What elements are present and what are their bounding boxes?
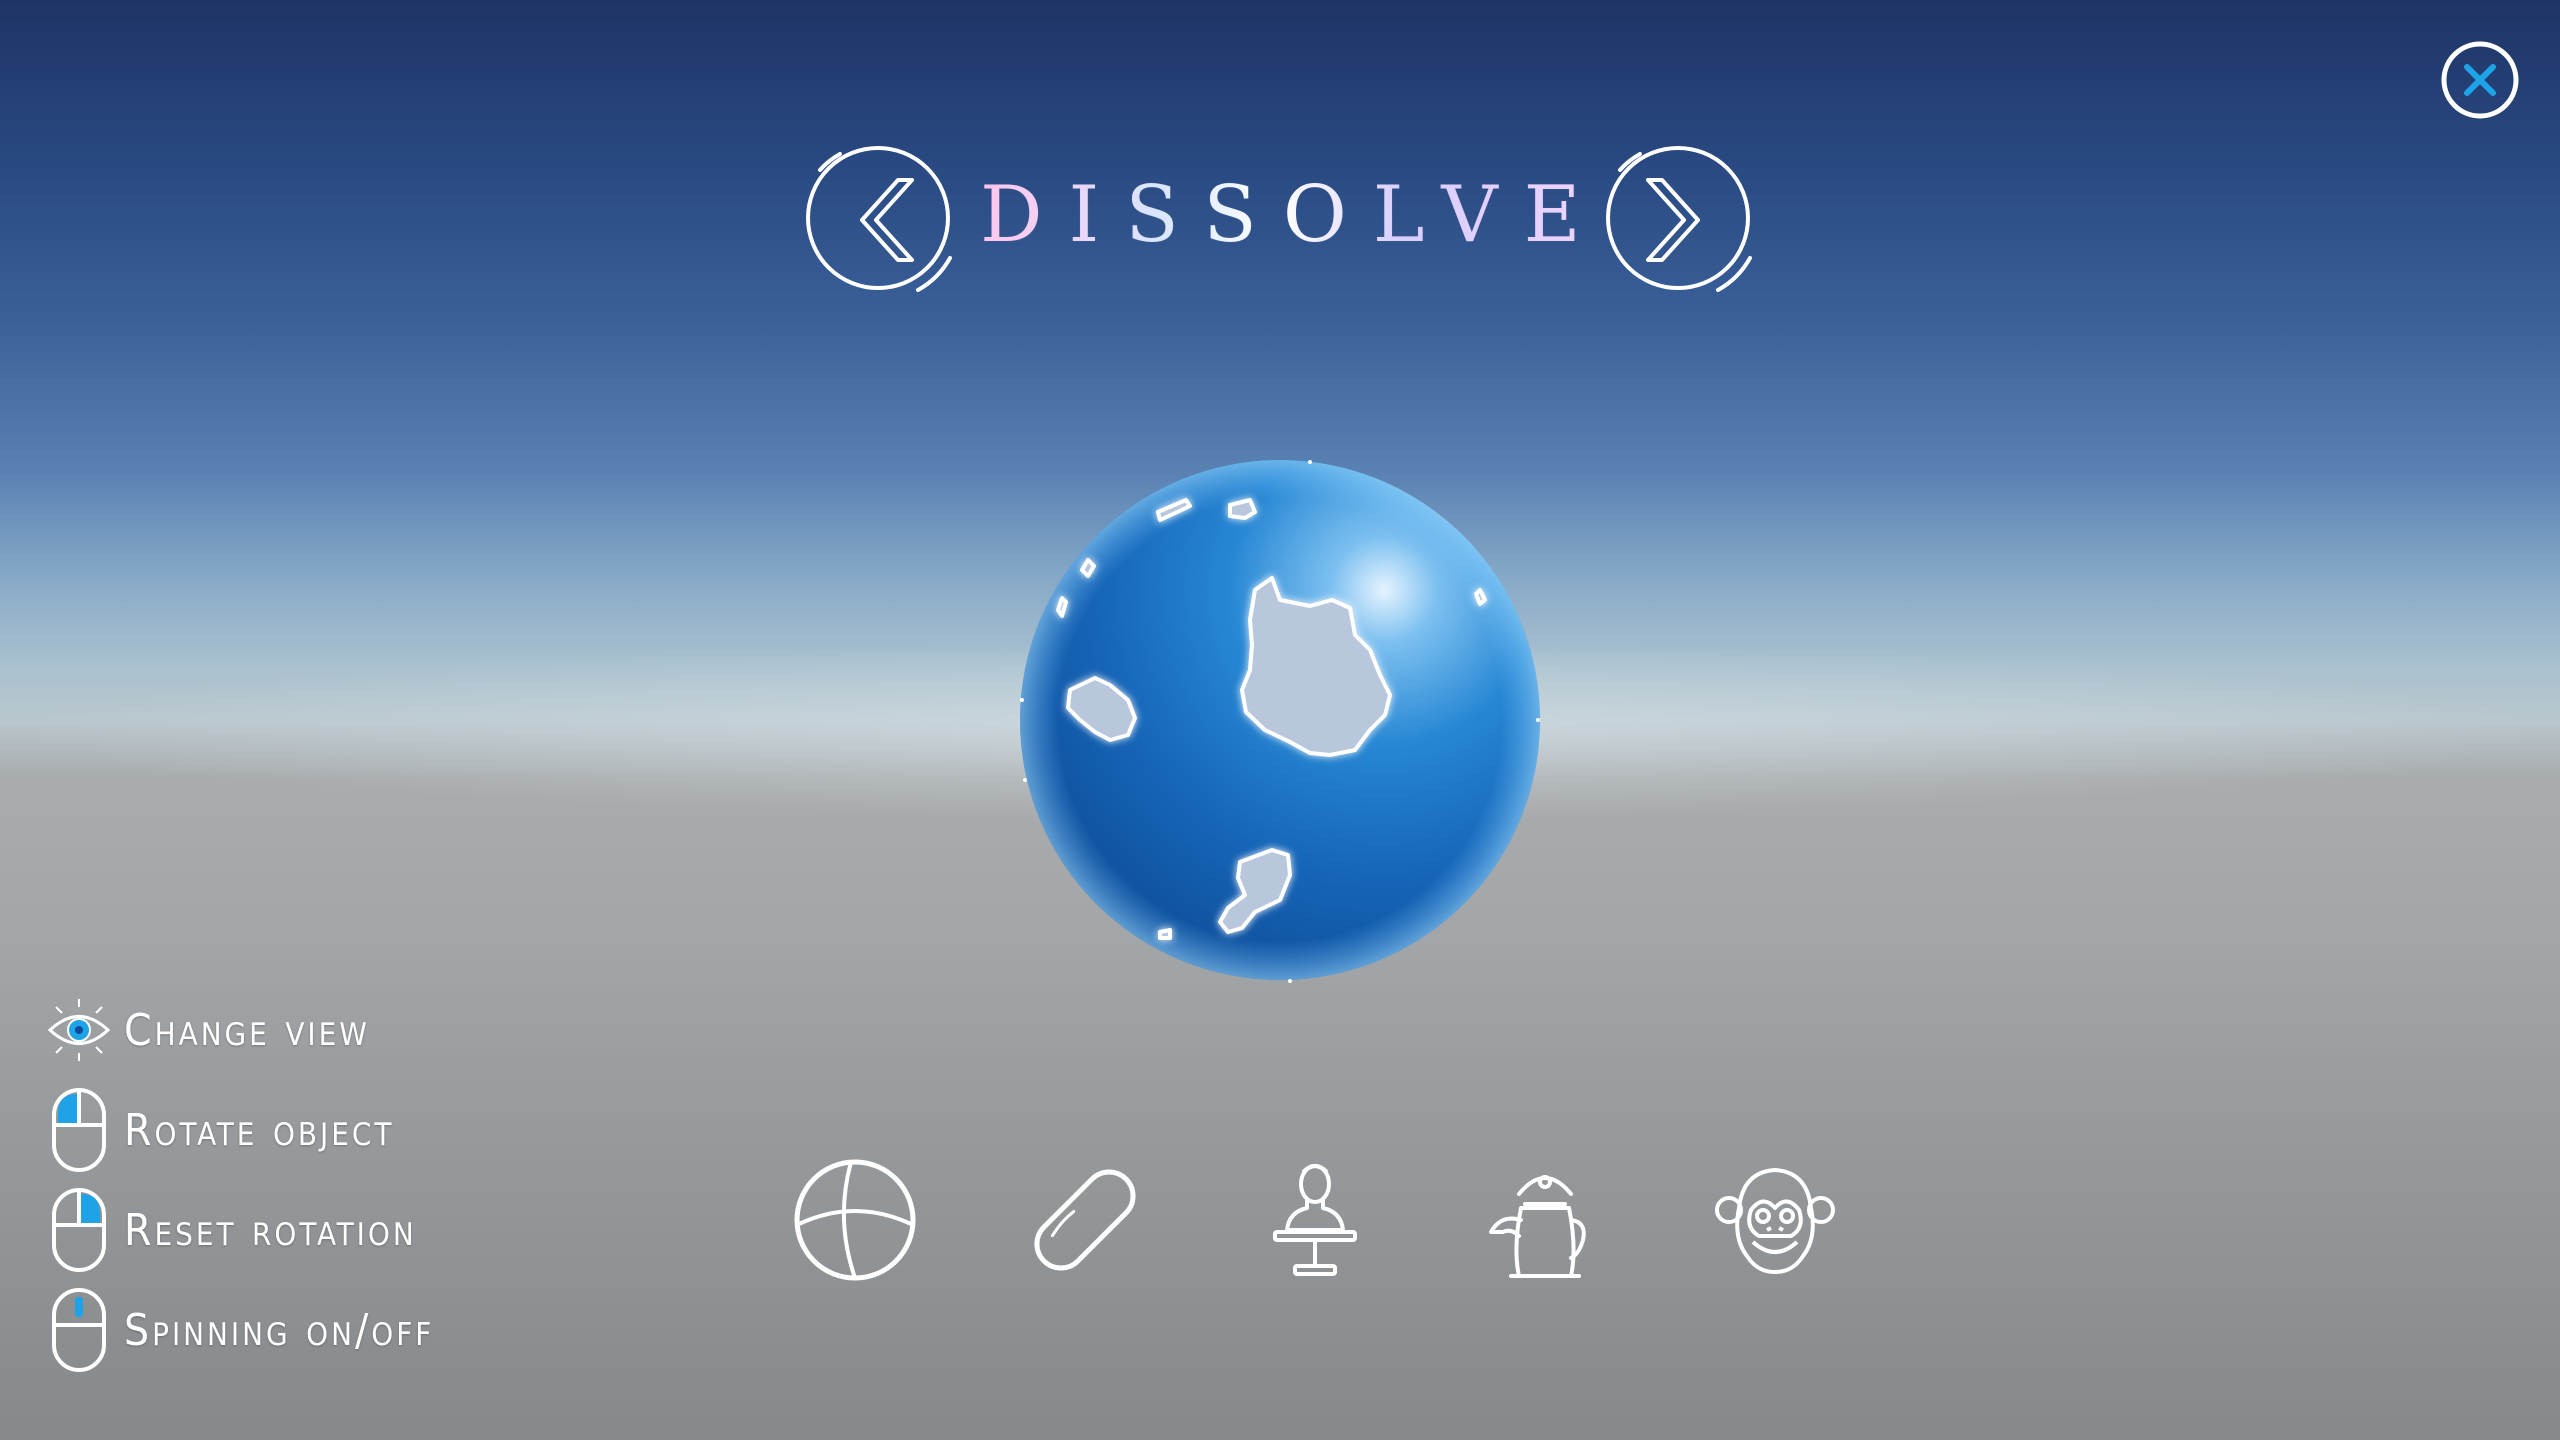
dissolve-sphere <box>1020 460 1540 983</box>
model-bust-button[interactable] <box>1200 1150 1430 1290</box>
control-label-rotate-object: Rotate object <box>124 1104 395 1156</box>
effect-title: DISSOLVE <box>980 170 1607 260</box>
control-label-spinning: Spinning on/off <box>124 1304 435 1356</box>
teapot-icon <box>1489 1175 1586 1278</box>
sphere-icon <box>794 1159 916 1281</box>
model-monkey-button[interactable] <box>1660 1150 1890 1290</box>
mouse-right-button-icon <box>44 1185 114 1275</box>
close-button[interactable] <box>2440 40 2520 120</box>
close-icon <box>2441 41 2519 119</box>
next-effect-button[interactable] <box>1600 140 1760 300</box>
chevron-left-icon <box>806 146 952 292</box>
monkey-icon <box>1715 1168 1835 1274</box>
control-label-reset-rotation: Reset rotation <box>124 1204 417 1256</box>
capsule-icon <box>1034 1169 1136 1271</box>
previous-effect-button[interactable] <box>800 140 960 300</box>
model-sphere-button[interactable] <box>740 1150 970 1290</box>
mouse-middle-button-icon <box>44 1285 114 1375</box>
model-teapot-button[interactable] <box>1430 1150 1660 1290</box>
control-reset-rotation: Reset rotation <box>44 1180 544 1280</box>
model-capsule-button[interactable] <box>970 1150 1200 1290</box>
control-label-change-view: Change view <box>124 1004 370 1056</box>
chevron-right-icon <box>1606 146 1752 292</box>
bust-icon <box>1273 1164 1357 1276</box>
preview-object[interactable] <box>1010 450 1550 990</box>
control-spinning: Spinning on/off <box>44 1280 544 1380</box>
model-selector <box>740 1150 1890 1290</box>
eye-icon <box>44 985 114 1075</box>
controls-legend: Change view Rotate object Reset rotation <box>44 980 544 1380</box>
control-change-view: Change view <box>44 980 544 1080</box>
mouse-left-button-icon <box>44 1085 114 1175</box>
control-rotate-object: Rotate object <box>44 1080 544 1180</box>
